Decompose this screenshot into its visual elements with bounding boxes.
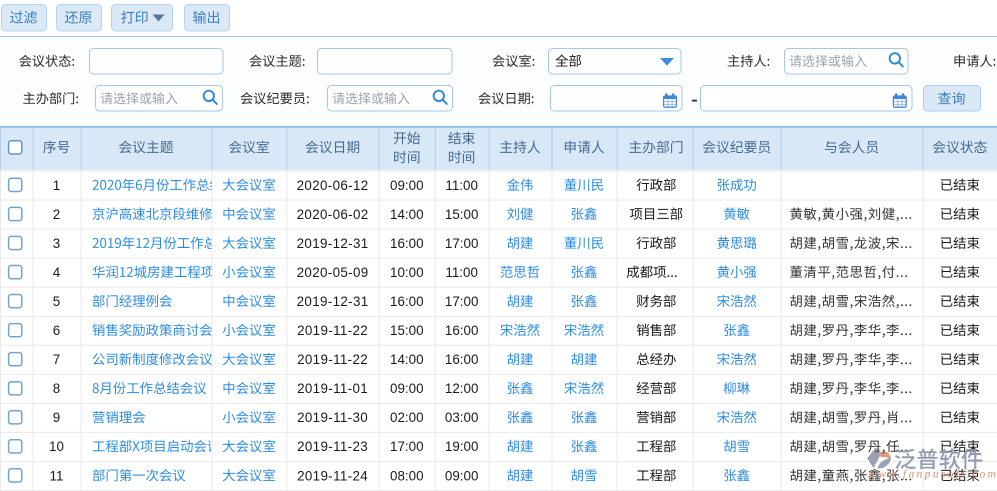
svg-text:1: 1	[53, 178, 60, 193]
svg-text:17:00: 17:00	[445, 294, 479, 309]
svg-text:5: 5	[53, 294, 60, 309]
svg-text:8: 8	[53, 381, 60, 396]
svg-text:2019-11-22: 2019-11-22	[297, 323, 368, 338]
svg-text:03:00: 03:00	[445, 410, 479, 425]
svg-text:09:00: 09:00	[390, 381, 424, 396]
svg-text:6: 6	[53, 323, 60, 338]
svg-text:2020-05-09: 2020-05-09	[297, 265, 369, 280]
svg-text:7: 7	[53, 352, 60, 367]
svg-text:09:00: 09:00	[390, 178, 424, 193]
svg-text:www.fanpusoft.com: www.fanpusoft.com	[869, 468, 997, 481]
svg-text:2019-11-01: 2019-11-01	[297, 381, 368, 396]
svg-text:2019-11-24: 2019-11-24	[297, 468, 368, 483]
svg-text:15:00: 15:00	[390, 323, 424, 338]
svg-text:11:00: 11:00	[445, 178, 478, 193]
svg-text:14:00: 14:00	[390, 352, 424, 367]
svg-text:16:00: 16:00	[445, 352, 479, 367]
svg-text:10:00: 10:00	[390, 265, 424, 280]
svg-text:2019-11-23: 2019-11-23	[297, 439, 368, 454]
svg-text:2019-11-22: 2019-11-22	[297, 352, 368, 367]
svg-text:2020-06-02: 2020-06-02	[297, 207, 369, 222]
svg-text:9: 9	[53, 410, 60, 425]
svg-text:17:00: 17:00	[445, 236, 479, 251]
svg-text:2019-12-31: 2019-12-31	[297, 294, 369, 309]
svg-text:16:00: 16:00	[445, 323, 479, 338]
svg-text:2019-11-30: 2019-11-30	[297, 410, 368, 425]
svg-text:16:00: 16:00	[390, 236, 424, 251]
svg-text:4: 4	[53, 265, 61, 280]
svg-text:10: 10	[49, 439, 64, 454]
svg-text:3: 3	[53, 236, 60, 251]
svg-text:09:00: 09:00	[445, 468, 479, 483]
svg-text:02:00: 02:00	[390, 410, 424, 425]
svg-text:15:00: 15:00	[445, 207, 479, 222]
svg-text:11:00: 11:00	[445, 265, 478, 280]
svg-text:11: 11	[50, 468, 64, 483]
svg-text:12:00: 12:00	[445, 381, 479, 396]
svg-text:2: 2	[53, 207, 60, 222]
svg-text:08:00: 08:00	[390, 468, 424, 483]
svg-text:19:00: 19:00	[445, 439, 479, 454]
svg-text:14:00: 14:00	[390, 207, 424, 222]
svg-text:16:00: 16:00	[390, 294, 424, 309]
svg-text:17:00: 17:00	[390, 439, 424, 454]
svg-text:2020-06-12: 2020-06-12	[297, 178, 369, 193]
svg-text:2019-12-31: 2019-12-31	[297, 236, 369, 251]
